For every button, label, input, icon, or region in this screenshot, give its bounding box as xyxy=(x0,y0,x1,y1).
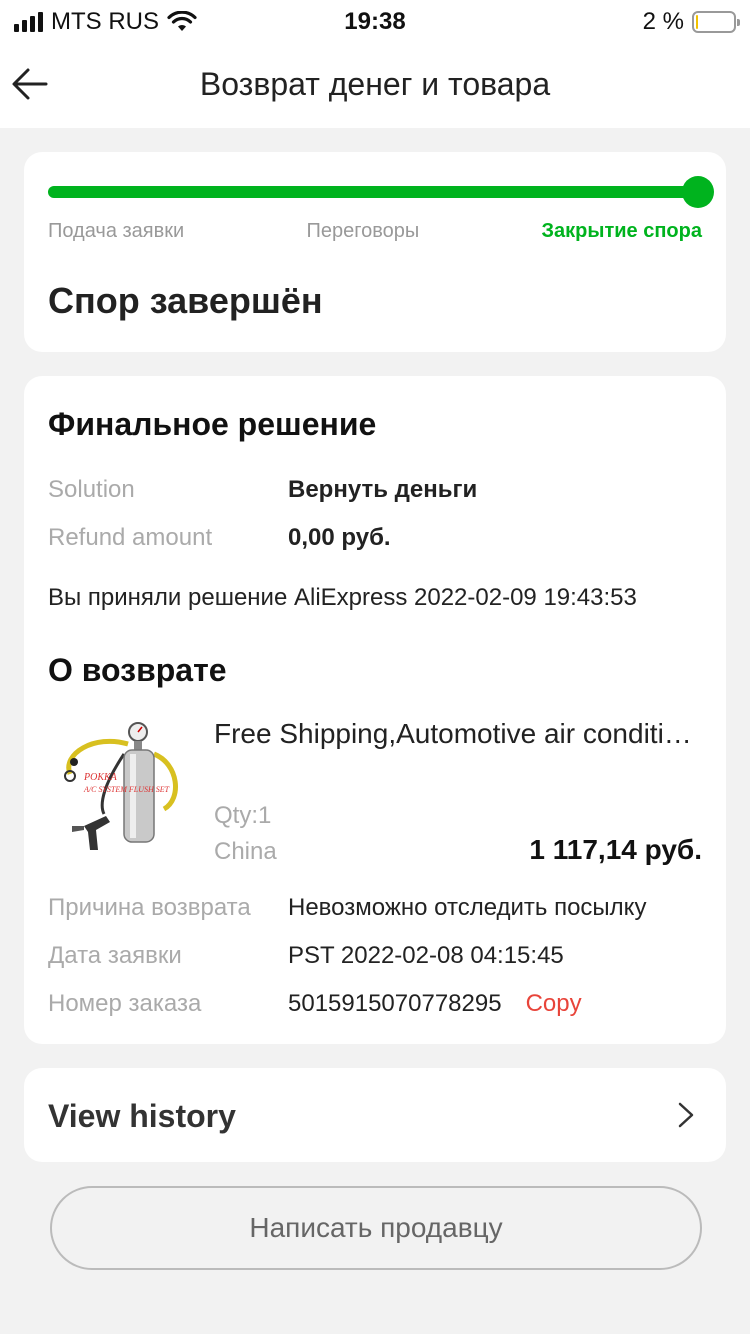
order-row: Номер заказа 5015915070778295 Copy xyxy=(48,990,708,1018)
page-title: Возврат денег и товара xyxy=(199,66,551,102)
product-title[interactable]: Free Shipping,Automotive air conditionin… xyxy=(214,718,704,750)
chevron-right-icon xyxy=(678,1102,694,1128)
product-price: 1 117,14 руб. xyxy=(529,834,702,865)
step-closing: Закрытие спора xyxy=(541,220,703,242)
refund-label: Refund amount xyxy=(48,524,213,551)
view-history-label: View history xyxy=(48,1098,236,1134)
copy-order-button[interactable]: Copy xyxy=(526,990,582,1018)
view-history-button[interactable]: View history xyxy=(24,1068,726,1162)
battery-icon xyxy=(692,11,740,33)
clock: 19:38 xyxy=(344,8,406,35)
decision-note: Вы приняли решение AliExpress 2022-02-09… xyxy=(48,584,637,611)
reason-label: Причина возврата xyxy=(48,894,251,921)
step-submit: Подача заявки xyxy=(48,220,185,242)
progress-fill xyxy=(48,186,692,198)
date-label: Дата заявки xyxy=(48,942,182,969)
product-qty: Qty:1 xyxy=(214,802,272,829)
reason-row: Причина возврата Невозможно отследить по… xyxy=(48,894,708,922)
date-row: Дата заявки PST 2022-02-08 04:15:45 xyxy=(48,942,708,970)
product-image[interactable]: POKKA A/C SYSTEM FLUSH SET xyxy=(54,714,194,859)
nav-bar: Возврат денег и товара xyxy=(0,42,750,128)
progress-track xyxy=(48,186,692,198)
progress-steps: Подача заявки Переговоры Закрытие спора xyxy=(48,220,702,243)
refund-value: 0,00 руб. xyxy=(288,524,391,551)
order-label: Номер заказа xyxy=(48,990,202,1017)
reason-value: Невозможно отследить посылку xyxy=(288,894,647,921)
status-bar: MTS RUS 19:38 2 % xyxy=(0,0,750,42)
dispute-details-card: Финальное решение Solution Вернуть деньг… xyxy=(24,376,726,1044)
product-origin: China xyxy=(214,838,277,865)
step-negotiation: Переговоры xyxy=(306,220,420,242)
progress-knob xyxy=(682,176,714,208)
solution-value: Вернуть деньги xyxy=(288,476,478,503)
order-number: 5015915070778295 xyxy=(288,990,502,1017)
product-image-caption-2: A/C SYSTEM FLUSH SET xyxy=(83,785,170,794)
contact-seller-button[interactable]: Написать продавцу xyxy=(50,1186,702,1270)
status-right: 2 % xyxy=(642,8,740,36)
date-value: PST 2022-02-08 04:15:45 xyxy=(288,942,564,969)
final-decision-heading: Финальное решение xyxy=(48,406,377,442)
solution-row: Solution Вернуть деньги xyxy=(48,476,708,504)
dispute-status: Спор завершён xyxy=(48,280,323,321)
solution-label: Solution xyxy=(48,476,135,503)
dispute-progress-card: Подача заявки Переговоры Закрытие спора … xyxy=(24,152,726,352)
battery-fill xyxy=(696,15,698,29)
refund-row: Refund amount 0,00 руб. xyxy=(48,524,708,552)
product-image-caption-1: POKKA xyxy=(83,772,118,783)
battery-percent: 2 % xyxy=(642,8,684,35)
return-heading: О возврате xyxy=(48,652,227,688)
